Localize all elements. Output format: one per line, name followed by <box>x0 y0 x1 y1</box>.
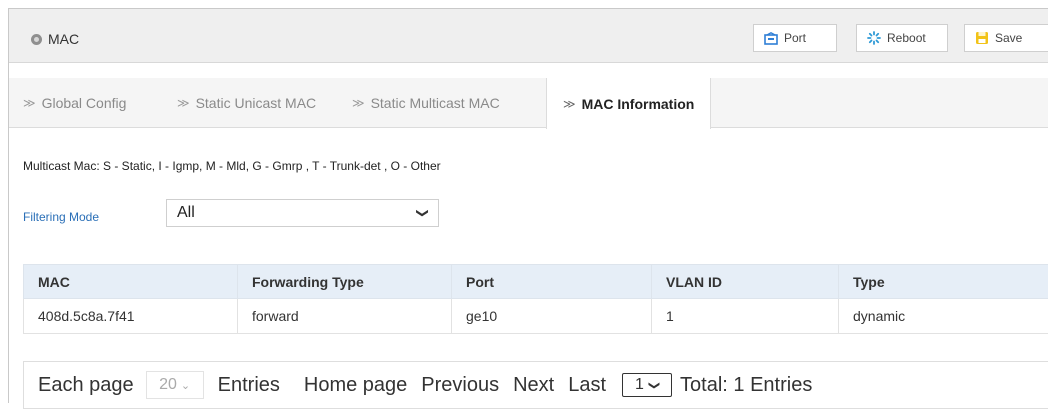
chevron-right-icon: ≫ <box>177 96 190 110</box>
save-button[interactable]: Save <box>964 24 1048 52</box>
per-page-value: 20 <box>159 376 177 394</box>
cell-vlan-id: 1 <box>652 299 839 334</box>
reboot-icon <box>867 31 881 45</box>
next-link[interactable]: Next <box>513 374 554 397</box>
filtering-mode-label: Filtering Mode <box>23 210 99 224</box>
column-header-port: Port <box>452 265 652 299</box>
entries-label: Entries <box>218 374 280 397</box>
cell-forwarding-type: forward <box>238 299 452 334</box>
port-button-label: Port <box>784 31 806 45</box>
multicast-legend: Multicast Mac: S - Static, I - Igmp, M -… <box>23 159 441 173</box>
column-header-mac: MAC <box>24 265 238 299</box>
chevron-down-icon: ❯ <box>416 208 430 218</box>
chevron-right-icon: ≫ <box>352 96 365 110</box>
save-button-label: Save <box>995 31 1022 45</box>
panel-header: MAC Port <box>9 9 1048 63</box>
table-header-row: MAC Forwarding Type Port VLAN ID Type <box>24 265 1048 299</box>
reboot-button-label: Reboot <box>887 31 926 45</box>
per-page-select[interactable]: 20 ⌄ <box>146 371 204 399</box>
cell-port: ge10 <box>452 299 652 334</box>
chevron-right-icon: ≫ <box>23 96 36 110</box>
tab-mac-information[interactable]: ≫ MAC Information <box>546 78 711 129</box>
filtering-mode-select[interactable]: All ❯ <box>166 199 439 227</box>
status-dot-icon <box>31 34 42 45</box>
total-entries: Total: 1 Entries <box>680 374 812 397</box>
save-icon <box>975 31 989 45</box>
each-page-label: Each page <box>38 374 134 397</box>
last-link[interactable]: Last <box>568 374 606 397</box>
previous-link[interactable]: Previous <box>421 374 499 397</box>
table-row: 408d.5c8a.7f41 forward ge10 1 dynamic <box>24 299 1048 334</box>
tab-label: Static Multicast MAC <box>371 95 500 111</box>
column-header-type: Type <box>839 265 1048 299</box>
chevron-down-icon: ❯ <box>648 380 661 389</box>
home-page-link[interactable]: Home page <box>304 374 407 397</box>
chevron-down-icon: ⌄ <box>181 379 190 392</box>
tab-global-config[interactable]: ≫ Global Config <box>23 78 126 128</box>
chevron-right-icon: ≫ <box>563 97 576 111</box>
page-select[interactable]: 1 ❯ <box>622 373 672 397</box>
page-select-value: 1 <box>635 376 644 394</box>
filtering-mode-value: All <box>177 204 195 222</box>
tab-label: Global Config <box>42 95 127 111</box>
port-icon <box>764 32 778 45</box>
tab-static-multicast-mac[interactable]: ≫ Static Multicast MAC <box>352 78 500 128</box>
mac-table: MAC Forwarding Type Port VLAN ID Type 40… <box>23 264 1048 334</box>
pagination-bar: Each page 20 ⌄ Entries Home page Previou… <box>23 361 1048 409</box>
panel-title-text: MAC <box>48 31 79 47</box>
cell-mac: 408d.5c8a.7f41 <box>24 299 238 334</box>
column-header-forwarding-type: Forwarding Type <box>238 265 452 299</box>
column-header-vlan-id: VLAN ID <box>652 265 839 299</box>
tab-bar: ≫ Global Config ≫ Static Unicast MAC ≫ S… <box>9 78 1048 128</box>
port-button[interactable]: Port <box>753 24 837 52</box>
cell-type: dynamic <box>839 299 1048 334</box>
tab-static-unicast-mac[interactable]: ≫ Static Unicast MAC <box>177 78 316 128</box>
tab-label: Static Unicast MAC <box>196 95 317 111</box>
reboot-button[interactable]: Reboot <box>856 24 948 52</box>
panel-title: MAC <box>31 31 79 47</box>
mac-panel: MAC Port <box>8 8 1048 403</box>
tab-label: MAC Information <box>582 96 695 112</box>
